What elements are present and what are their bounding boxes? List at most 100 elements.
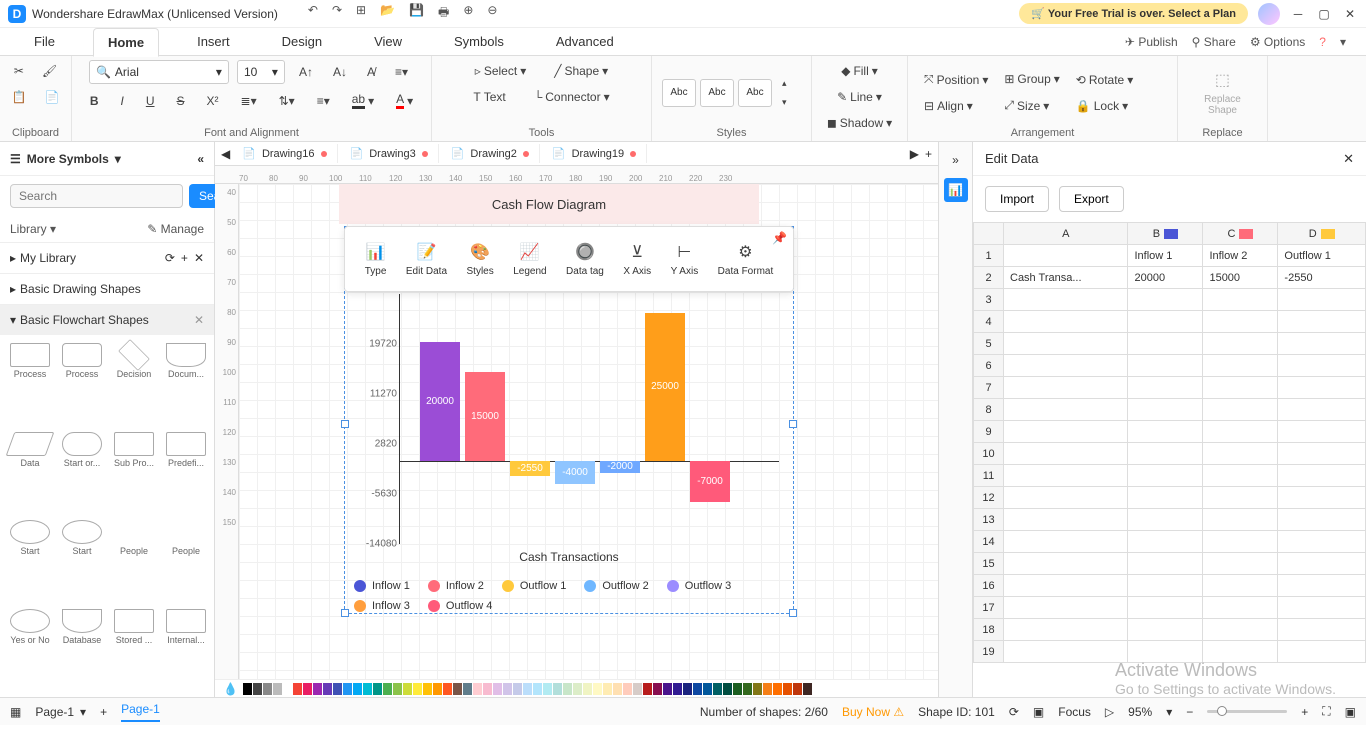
paragraph-icon[interactable]: ≡▾: [389, 60, 414, 84]
color-swatch[interactable]: [593, 683, 602, 695]
position-button[interactable]: ⤧ Position▾: [918, 68, 994, 91]
theme-style-1[interactable]: Abc: [662, 79, 696, 107]
text-tool[interactable]: T Text: [467, 86, 511, 108]
chart-legend-button[interactable]: 📈Legend: [513, 242, 546, 277]
data-grid[interactable]: ABCD1Inflow 1Inflow 2Outflow 12Cash Tran…: [973, 222, 1366, 697]
legend-inflow-3[interactable]: Inflow 3: [354, 600, 410, 612]
new-icon[interactable]: ⊞: [356, 3, 366, 24]
color-swatch[interactable]: [623, 683, 632, 695]
color-swatch[interactable]: [613, 683, 622, 695]
tab-add-icon[interactable]: +: [925, 147, 932, 161]
shape-process[interactable]: Process: [8, 343, 52, 424]
maximize-button[interactable]: ▢: [1316, 6, 1332, 22]
design-tab[interactable]: Design: [268, 28, 336, 55]
collapse-panel-icon[interactable]: «: [197, 152, 204, 166]
color-swatch[interactable]: [353, 683, 362, 695]
active-page-tab[interactable]: Page-1: [121, 702, 160, 722]
style-down-icon[interactable]: ▾: [776, 93, 793, 112]
shape-predefi-[interactable]: Predefi...: [164, 432, 208, 513]
options-button[interactable]: ⚙ Options: [1250, 35, 1305, 49]
bar-1[interactable]: 15000: [465, 372, 505, 461]
chart-dock-icon[interactable]: 📊: [944, 178, 968, 202]
redo-icon[interactable]: ↷: [332, 3, 342, 24]
legend-inflow-2[interactable]: Inflow 2: [428, 580, 484, 592]
color-swatch[interactable]: [753, 683, 762, 695]
shape-people[interactable]: People: [112, 520, 156, 601]
color-swatch[interactable]: [673, 683, 682, 695]
underline-button[interactable]: U: [140, 88, 161, 113]
format-painter-icon[interactable]: 🖌: [36, 60, 63, 82]
color-swatch[interactable]: [473, 683, 482, 695]
color-swatch[interactable]: [643, 683, 652, 695]
chart-styles-button[interactable]: 🎨Styles: [467, 242, 494, 277]
color-swatch[interactable]: [443, 683, 452, 695]
shadow-button[interactable]: ◼ Shadow▾: [821, 112, 898, 134]
chart-editdata-button[interactable]: 📝Edit Data: [406, 242, 447, 277]
color-swatch[interactable]: [723, 683, 732, 695]
color-swatch[interactable]: [603, 683, 612, 695]
color-swatch[interactable]: [253, 683, 262, 695]
lock-button[interactable]: 🔒 Lock▾: [1070, 95, 1139, 117]
pin-icon[interactable]: 📌: [772, 231, 787, 245]
focus-label[interactable]: Focus: [1058, 705, 1091, 719]
color-swatch[interactable]: [573, 683, 582, 695]
chart-type-button[interactable]: 📊Type: [365, 242, 387, 277]
shape-start[interactable]: Start: [8, 520, 52, 601]
color-swatch[interactable]: [653, 683, 662, 695]
clear-format-icon[interactable]: A̸: [361, 60, 381, 84]
color-swatch[interactable]: [583, 683, 592, 695]
align-button[interactable]: ≡▾: [311, 88, 336, 113]
color-swatch[interactable]: [513, 683, 522, 695]
trial-banner[interactable]: 🛒 Your Free Trial is over. Select a Plan: [1019, 3, 1248, 24]
rotate-button[interactable]: ⟲ Rotate▾: [1070, 69, 1139, 91]
close-button[interactable]: ✕: [1342, 6, 1358, 22]
font-size-select[interactable]: 10▾: [237, 60, 285, 84]
lib-add-icon[interactable]: +: [181, 251, 188, 265]
color-swatch[interactable]: [683, 683, 692, 695]
shape-people[interactable]: People: [164, 520, 208, 601]
shape-process[interactable]: Process: [60, 343, 104, 424]
basic-drawing-section[interactable]: ▸ Basic Drawing Shapes: [0, 273, 214, 304]
section-close-icon[interactable]: ✕: [194, 313, 204, 327]
help-icon[interactable]: ?: [1319, 35, 1326, 49]
advanced-tab[interactable]: Advanced: [542, 28, 628, 55]
symbol-search-input[interactable]: [10, 184, 183, 208]
bar-3[interactable]: -4000: [555, 461, 595, 485]
bar-6[interactable]: -7000: [690, 461, 730, 502]
color-swatch[interactable]: [453, 683, 462, 695]
bar-0[interactable]: 20000: [420, 342, 460, 460]
fit-page-icon[interactable]: ⛶: [1322, 704, 1330, 719]
share-button[interactable]: ⚲ Share: [1192, 35, 1236, 49]
color-swatch[interactable]: [273, 683, 282, 695]
expand-dock-icon[interactable]: »: [944, 148, 968, 172]
align-shapes-button[interactable]: ⊟ Align▾: [918, 95, 994, 117]
hamburger-icon[interactable]: ☰: [10, 152, 21, 166]
undo-icon[interactable]: ↶: [308, 3, 318, 24]
buy-now-link[interactable]: Buy Now ⚠: [842, 705, 904, 719]
home-tab[interactable]: Home: [93, 28, 159, 57]
bold-button[interactable]: B: [84, 88, 105, 113]
color-swatch[interactable]: [243, 683, 252, 695]
color-swatch[interactable]: [783, 683, 792, 695]
cut-icon[interactable]: ✂: [8, 60, 30, 82]
lib-close-icon[interactable]: ✕: [194, 251, 204, 265]
decrease-font-icon[interactable]: A↓: [327, 60, 353, 84]
shape-yes-or-no[interactable]: Yes or No: [8, 609, 52, 690]
manage-library-button[interactable]: ✎ Manage: [147, 222, 204, 236]
color-swatch[interactable]: [373, 683, 382, 695]
chart-title[interactable]: Cash Flow Diagram: [339, 184, 759, 224]
color-swatch[interactable]: [343, 683, 352, 695]
color-swatch[interactable]: [423, 683, 432, 695]
shape-internal-[interactable]: Internal...: [164, 609, 208, 690]
color-swatch[interactable]: [333, 683, 342, 695]
chart-plot[interactable]: -14080-563028201127019720 2000015000-255…: [344, 294, 794, 612]
font-family-select[interactable]: 🔍 Arial▾: [89, 60, 229, 84]
bar-5[interactable]: 25000: [645, 313, 685, 461]
legend-outflow-4[interactable]: Outflow 4: [428, 600, 492, 612]
color-palette[interactable]: 💧: [215, 679, 938, 697]
theme-style-2[interactable]: Abc: [700, 79, 734, 107]
fullscreen-icon[interactable]: ▣: [1345, 705, 1356, 719]
open-icon[interactable]: 📂: [380, 3, 395, 24]
color-swatch[interactable]: [713, 683, 722, 695]
file-tab[interactable]: File: [20, 28, 69, 55]
